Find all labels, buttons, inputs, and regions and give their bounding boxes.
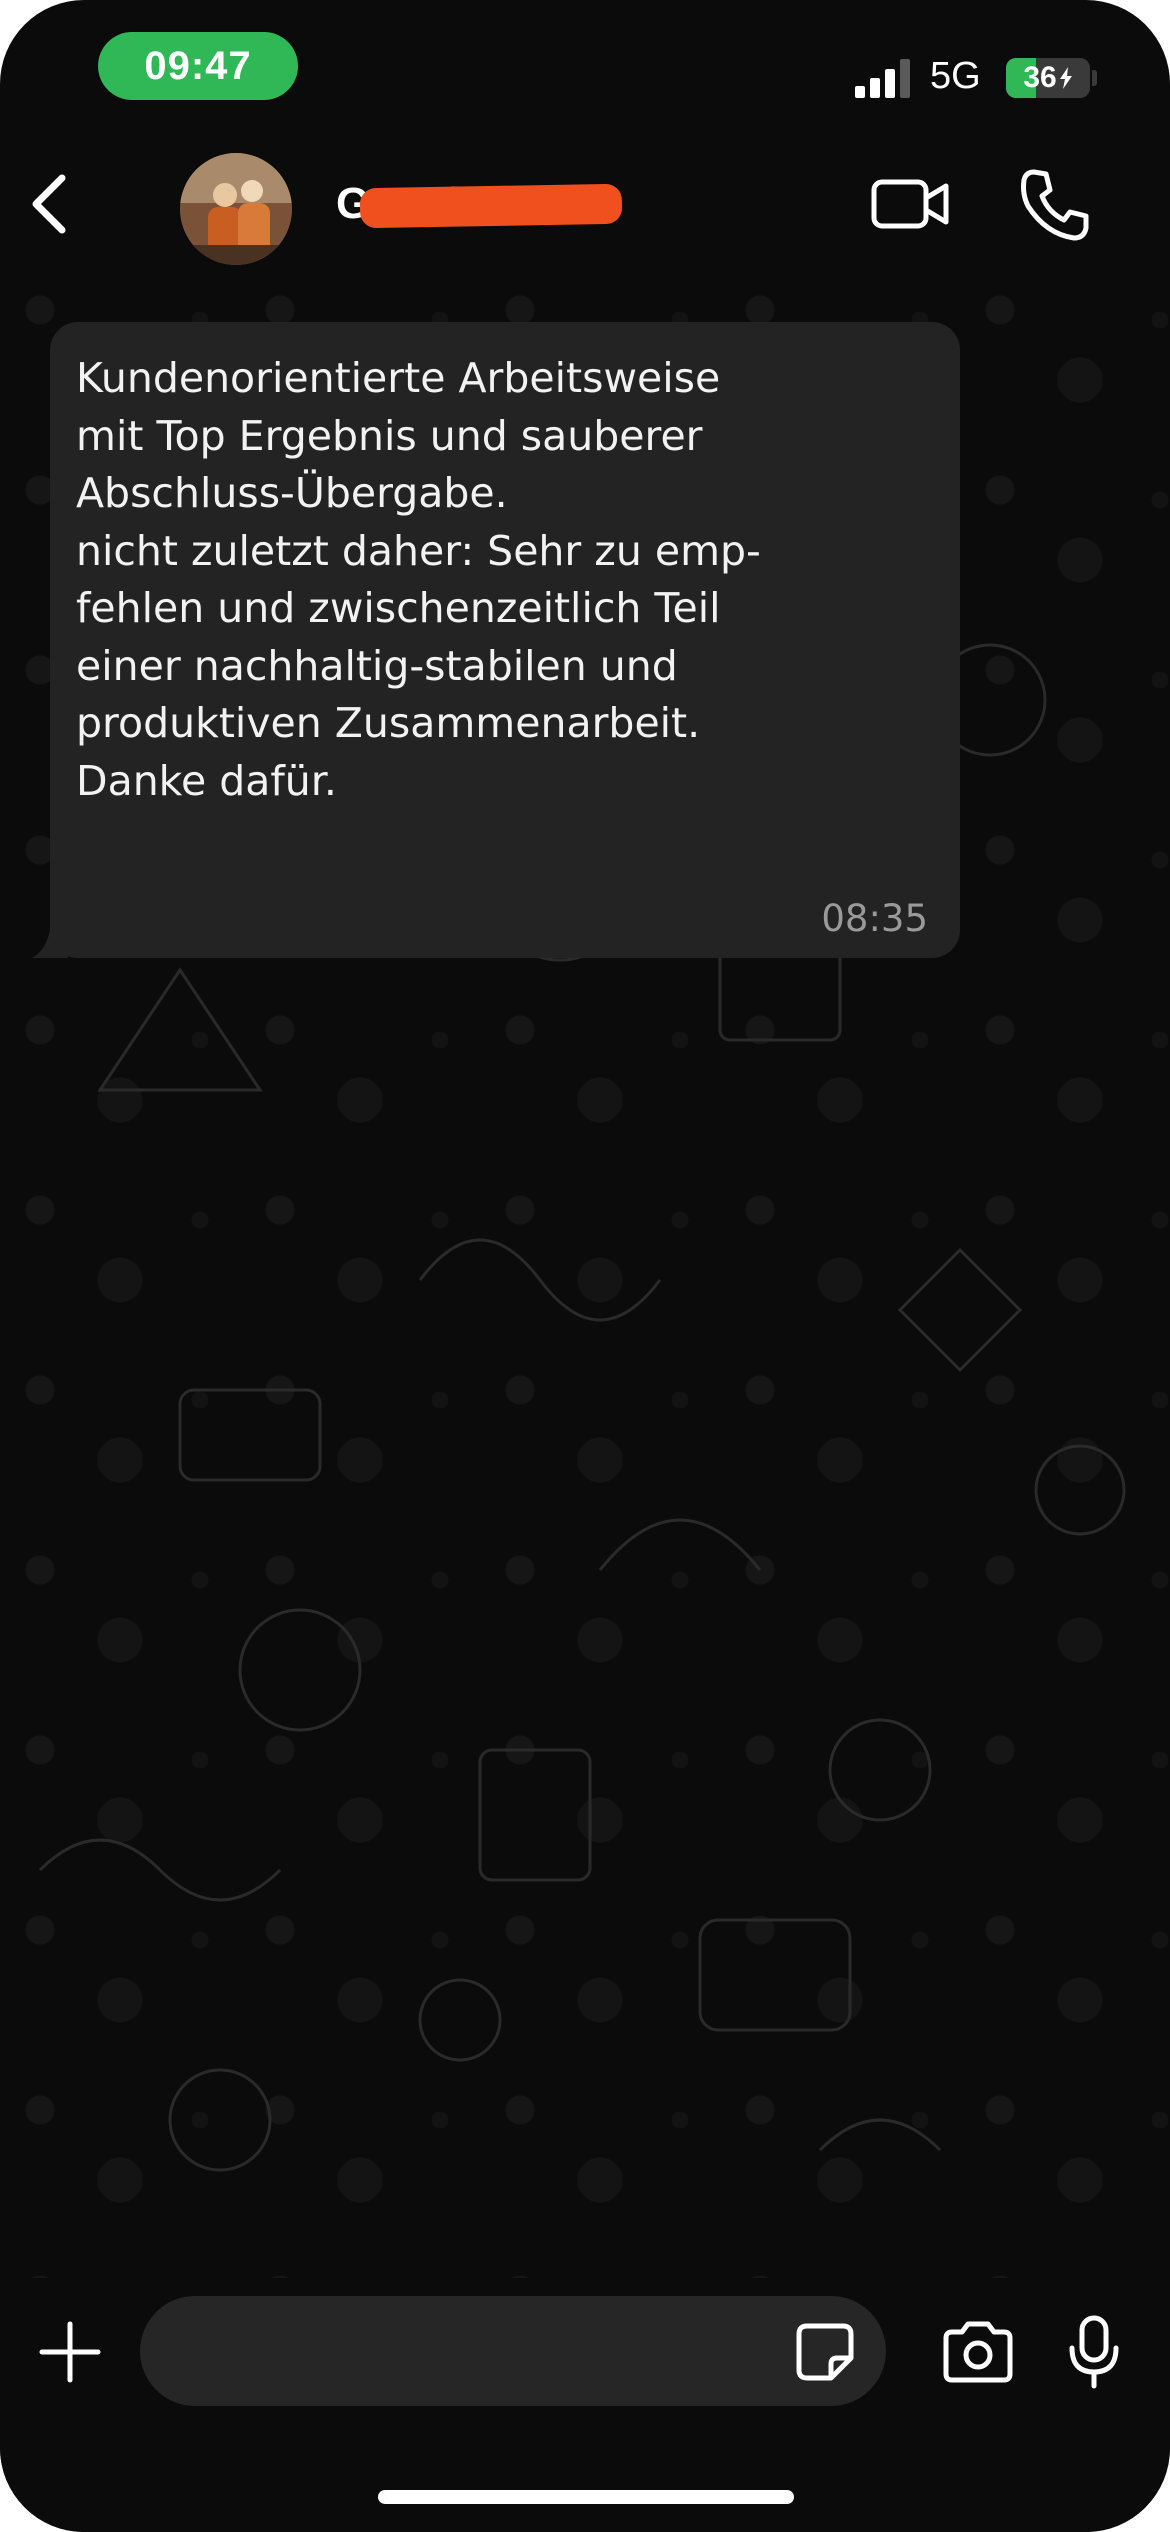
charging-bolt-icon — [1059, 67, 1072, 89]
redaction-mark — [359, 183, 623, 229]
video-camera-icon — [871, 179, 949, 229]
microphone-icon — [1069, 2315, 1119, 2389]
status-time: 09:47 — [98, 32, 298, 100]
network-type: 5G — [930, 55, 981, 97]
chevron-left-icon — [32, 174, 66, 234]
home-indicator[interactable] — [378, 2490, 794, 2504]
sticker-button[interactable] — [795, 2322, 855, 2382]
status-bar: 09:47 5G 36 — [0, 0, 1170, 140]
battery-percent-value: 36 — [1023, 61, 1057, 94]
voice-call-button[interactable] — [1018, 166, 1090, 242]
message-input-bar — [0, 2278, 1170, 2532]
message-text: Kundenorientierte Arbeitsweise mit Top E… — [76, 354, 761, 805]
battery-indicator: 36 — [1006, 58, 1090, 98]
phone-icon — [1021, 169, 1089, 241]
battery-percent: 36 — [1006, 58, 1090, 98]
plus-icon — [39, 2321, 101, 2383]
signal-strength-icon — [855, 59, 910, 98]
message-input[interactable] — [140, 2296, 886, 2406]
attach-button[interactable] — [38, 2320, 102, 2384]
message-timestamp: 08:35 — [821, 897, 928, 940]
contact-avatar[interactable] — [180, 153, 292, 265]
voice-message-button[interactable] — [1068, 2314, 1120, 2390]
chat-header: Gr sel — [0, 140, 1170, 270]
avatar-photo — [180, 153, 292, 265]
battery-nub — [1092, 70, 1097, 86]
camera-icon — [943, 2321, 1013, 2383]
back-button[interactable] — [14, 166, 90, 242]
sticker-icon — [796, 2323, 854, 2381]
message-bubble[interactable]: Kundenorientierte Arbeitsweise mit Top E… — [50, 322, 960, 958]
phone-screen: 09:47 5G 36 Kundenorientierte Arbeitswei… — [0, 0, 1170, 2532]
video-call-button[interactable] — [870, 168, 950, 240]
camera-button[interactable] — [940, 2320, 1016, 2384]
